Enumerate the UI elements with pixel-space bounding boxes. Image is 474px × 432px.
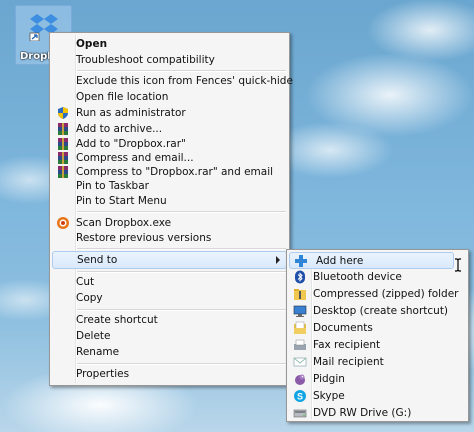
menu-item-copy[interactable]: Copy [52,290,287,306]
winrar-icon [58,166,68,178]
zip-folder-icon [294,289,306,300]
menu-separator [77,363,286,365]
menu-item-exclude-fences[interactable]: Exclude this icon from Fences' quick-hid… [52,73,293,89]
submenu-item-zip[interactable]: Compressed (zipped) folder [289,286,466,302]
menu-item-add-to-archive[interactable]: Add to archive... [52,121,287,137]
desktop-icon [293,305,307,317]
submenu-item-bluetooth[interactable]: Bluetooth device [289,269,466,285]
winrar-icon [58,123,68,135]
bluetooth-icon [295,270,305,284]
menu-item-pin-taskbar[interactable]: Pin to Taskbar [52,178,287,194]
submenu-arrow-icon [276,256,280,264]
submenu-item-desktop[interactable]: Desktop (create shortcut) [289,303,466,319]
svg-text:S: S [297,392,303,402]
submenu-item-documents[interactable]: Documents [289,320,466,336]
menu-item-cut[interactable]: Cut [52,274,287,290]
dvd-drive-icon [293,409,307,418]
documents-icon [294,321,306,334]
menu-separator [77,309,286,311]
fax-icon [294,339,306,350]
menu-item-send-to[interactable]: Send to [52,251,287,269]
submenu-item-dvd[interactable]: DVD RW Drive (G:) [289,405,466,421]
winrar-icon [58,138,68,150]
menu-item-properties[interactable]: Properties [52,366,287,382]
menu-separator [77,70,286,72]
submenu-item-fax[interactable]: Fax recipient [289,337,466,353]
submenu-item-add-here[interactable]: Add here [289,252,454,269]
menu-item-run-as-admin[interactable]: Run as administrator [52,105,287,121]
menu-item-create-shortcut[interactable]: Create shortcut [52,312,287,328]
text-cursor-icon [455,258,461,272]
skype-icon: S [294,390,306,402]
antivirus-icon [57,217,69,229]
menu-separator [77,211,286,213]
pidgin-icon [295,374,305,385]
menu-item-open-file-location[interactable]: Open file location [52,89,287,105]
menu-item-rename[interactable]: Rename [52,344,287,360]
menu-separator [77,271,286,273]
menu-item-troubleshoot[interactable]: Troubleshoot compatibility [52,52,287,68]
menu-item-open[interactable]: Open [52,36,287,52]
send-to-submenu: Add here Bluetooth device Compressed (zi… [286,249,469,422]
menu-separator [77,248,286,250]
menu-item-pin-start[interactable]: Pin to Start Menu [52,193,287,209]
submenu-item-pidgin[interactable]: Pidgin [289,371,466,387]
submenu-item-mail[interactable]: Mail recipient [289,354,466,370]
plus-icon [295,255,307,267]
menu-item-restore-versions[interactable]: Restore previous versions [52,230,287,246]
mail-icon [293,357,307,367]
context-menu: Open Troubleshoot compatibility Exclude … [49,32,293,386]
submenu-item-skype[interactable]: S Skype [289,388,466,404]
menu-item-delete[interactable]: Delete [52,328,287,344]
menu-item-scan[interactable]: Scan Dropbox.exe [52,215,287,231]
winrar-icon [58,152,68,164]
uac-shield-icon [58,107,68,119]
